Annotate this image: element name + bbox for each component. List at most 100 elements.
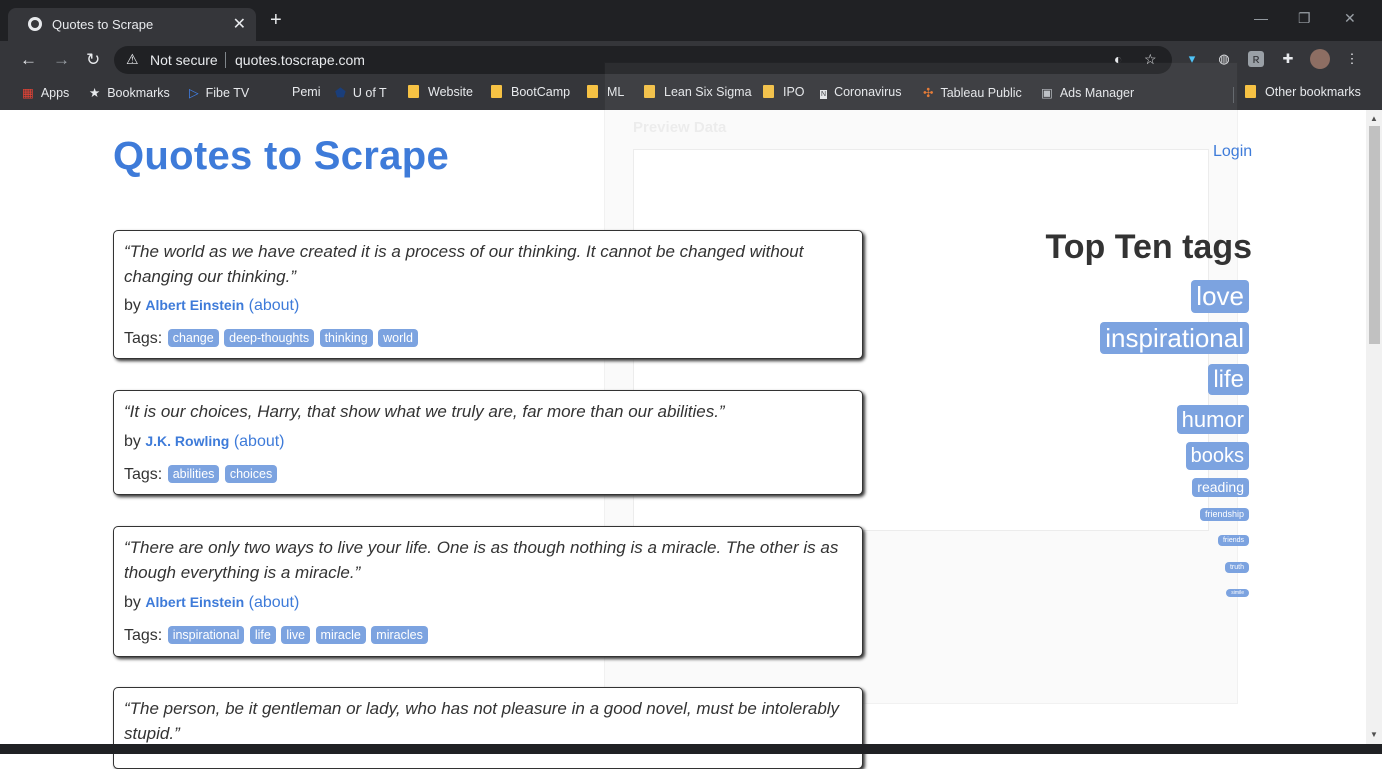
folder-icon bbox=[408, 85, 419, 98]
bookmark-bookmarks[interactable]: ★ Bookmarks bbox=[89, 85, 170, 100]
quote-card: “There are only two ways to live your li… bbox=[113, 526, 863, 657]
tag-link[interactable]: thinking bbox=[319, 329, 373, 347]
site-title[interactable]: Quotes to Scrape bbox=[113, 134, 449, 179]
tag-link[interactable]: miracle bbox=[315, 626, 366, 644]
top-tag-link[interactable]: reading bbox=[1192, 478, 1249, 497]
tags-label: Tags: bbox=[124, 466, 163, 483]
scroll-down-arrow-icon[interactable]: ▼ bbox=[1370, 730, 1378, 739]
browser-tab[interactable]: Quotes to Scrape ✕ bbox=[8, 8, 256, 41]
tag-link[interactable]: abilities bbox=[167, 465, 220, 483]
quote-byline: by Albert Einstein (about) bbox=[124, 594, 299, 612]
bookmark-ml[interactable]: ML bbox=[587, 85, 624, 99]
address-bar[interactable]: ⚠ Not secure quotes.toscrape.com ◐ ☆ bbox=[114, 46, 1172, 74]
scrollbar-thumb[interactable] bbox=[1369, 126, 1380, 344]
folder-icon bbox=[1245, 85, 1256, 98]
author-name: Albert Einstein bbox=[145, 594, 245, 610]
quote-tags: Tags: abilities choices bbox=[124, 465, 278, 484]
minimize-button[interactable]: — bbox=[1254, 10, 1268, 26]
top-tag-link[interactable]: inspirational bbox=[1100, 322, 1249, 354]
scroll-up-arrow-icon[interactable]: ▲ bbox=[1370, 114, 1378, 123]
extension-icon[interactable]: ʀ bbox=[1248, 51, 1264, 67]
overlay-heading: Preview Data bbox=[633, 119, 727, 136]
extension-icon[interactable]: ▾ bbox=[1184, 51, 1200, 67]
star-icon: ★ bbox=[89, 86, 101, 100]
reload-icon[interactable]: ↻ bbox=[86, 50, 100, 70]
puzzle-icon[interactable]: ✚ bbox=[1280, 51, 1296, 67]
bookmark-tableau-public[interactable]: ✣ Tableau Public bbox=[923, 85, 1022, 100]
tab-close-icon[interactable]: ✕ bbox=[233, 14, 246, 34]
folder-icon bbox=[491, 85, 502, 98]
avatar[interactable] bbox=[1310, 49, 1330, 69]
tag-link[interactable]: world bbox=[378, 329, 418, 347]
bookmark-lean-six-sigma[interactable]: Lean Six Sigma bbox=[644, 85, 752, 99]
apps-grid-icon: ▦ bbox=[22, 86, 34, 100]
menu-icon[interactable]: ⋮ bbox=[1344, 51, 1360, 67]
news-icon: N bbox=[820, 90, 828, 99]
tag-link[interactable]: live bbox=[281, 626, 311, 644]
tag-link[interactable]: change bbox=[167, 329, 219, 347]
quote-card: “The world as we have created it is a pr… bbox=[113, 230, 863, 359]
bookmark-apps[interactable]: ▦ Apps bbox=[22, 85, 69, 100]
bookmark-coronavirus[interactable]: N Coronavirus bbox=[820, 85, 901, 99]
bookmark-ipo[interactable]: IPO bbox=[763, 85, 805, 99]
quote-card: “The person, be it gentleman or lady, wh… bbox=[113, 687, 863, 769]
tag-link[interactable]: choices bbox=[224, 465, 278, 483]
warning-icon: ⚠ bbox=[126, 51, 139, 67]
back-arrow-icon[interactable]: ← bbox=[20, 50, 37, 70]
top-tag-link[interactable]: simile bbox=[1226, 589, 1249, 597]
shield-icon: ⬟ bbox=[335, 86, 346, 100]
about-link[interactable]: (about) bbox=[249, 297, 300, 314]
tag-link[interactable]: miracles bbox=[371, 626, 428, 644]
top-tag-link[interactable]: truth bbox=[1224, 562, 1249, 573]
top-tag-link[interactable]: friends bbox=[1217, 535, 1249, 546]
bookmark-ads-manager[interactable]: ▣ Ads Manager bbox=[1041, 85, 1134, 100]
bookmark-bootcamp[interactable]: BootCamp bbox=[491, 85, 570, 99]
quote-tags: Tags: inspirational life live miracle mi… bbox=[124, 626, 428, 645]
folder-icon bbox=[587, 85, 598, 98]
tab-title: Quotes to Scrape bbox=[52, 17, 154, 32]
star-icon[interactable]: ☆ bbox=[1144, 51, 1157, 68]
tag-link[interactable]: deep-thoughts bbox=[224, 329, 315, 347]
by-label: by bbox=[124, 297, 141, 314]
login-link[interactable]: Login bbox=[1213, 143, 1252, 161]
tag-link[interactable]: life bbox=[249, 626, 276, 644]
restore-button[interactable]: ❐ bbox=[1298, 10, 1311, 27]
tab-strip: Quotes to Scrape ✕ + — ❐ ✕ bbox=[0, 0, 1382, 41]
bookmarks-bar: ▦ Apps ★ Bookmarks ▷ Fibe TV Pemi ⬟ U of T W… bbox=[0, 79, 1382, 110]
extension-icon[interactable]: ◍ bbox=[1216, 51, 1232, 67]
folder-icon bbox=[763, 85, 774, 98]
about-link[interactable]: (about) bbox=[234, 433, 285, 450]
new-tab-button[interactable]: + bbox=[270, 9, 282, 32]
quote-byline: by Albert Einstein (about) bbox=[124, 297, 299, 315]
blocked-cookies-icon[interactable]: ◐ bbox=[1114, 51, 1122, 67]
quote-text: “There are only two ways to live your li… bbox=[124, 538, 839, 582]
by-label: by bbox=[124, 433, 141, 450]
web-page: Preview Data Quotes to Scrape Login “The… bbox=[0, 62, 1382, 769]
top-tag-link[interactable]: love bbox=[1191, 280, 1249, 313]
quote-text: “It is our choices, Harry, that show wha… bbox=[124, 402, 725, 421]
about-link[interactable]: (about) bbox=[249, 594, 300, 611]
bookmarks-divider bbox=[1233, 87, 1234, 103]
top-tag-link[interactable]: life bbox=[1208, 364, 1249, 395]
forward-arrow-icon[interactable]: → bbox=[53, 50, 70, 70]
bookmark-pemi[interactable]: Pemi bbox=[292, 85, 320, 99]
bookmark-other-bookmarks[interactable]: Other bookmarks bbox=[1245, 85, 1361, 99]
top-tag-link[interactable]: humor bbox=[1176, 405, 1249, 434]
top-tag-link[interactable]: books bbox=[1185, 442, 1249, 470]
window-close-button[interactable]: ✕ bbox=[1344, 10, 1356, 27]
quote-text: “The world as we have created it is a pr… bbox=[124, 242, 804, 286]
bookmark-fibe-tv[interactable]: ▷ Fibe TV bbox=[189, 85, 249, 100]
quote-text: “The person, be it gentleman or lady, wh… bbox=[124, 699, 840, 743]
bookmark-website[interactable]: Website bbox=[408, 85, 473, 99]
bookmark-u-of-t[interactable]: ⬟ U of T bbox=[335, 85, 387, 100]
page-scrollbar[interactable]: ▲ ▼ bbox=[1366, 110, 1382, 744]
omnibox-divider bbox=[225, 52, 226, 68]
play-icon: ▷ bbox=[189, 86, 199, 100]
quote-byline: by J.K. Rowling (about) bbox=[124, 433, 285, 451]
top-tag-link[interactable]: friendship bbox=[1199, 508, 1249, 521]
tag-link[interactable]: inspirational bbox=[167, 626, 245, 644]
tableau-icon: ✣ bbox=[923, 86, 934, 100]
folder-icon bbox=[644, 85, 655, 98]
security-label: Not secure bbox=[150, 52, 218, 68]
quote-tags: Tags: change deep-thoughts thinking worl… bbox=[124, 329, 418, 348]
